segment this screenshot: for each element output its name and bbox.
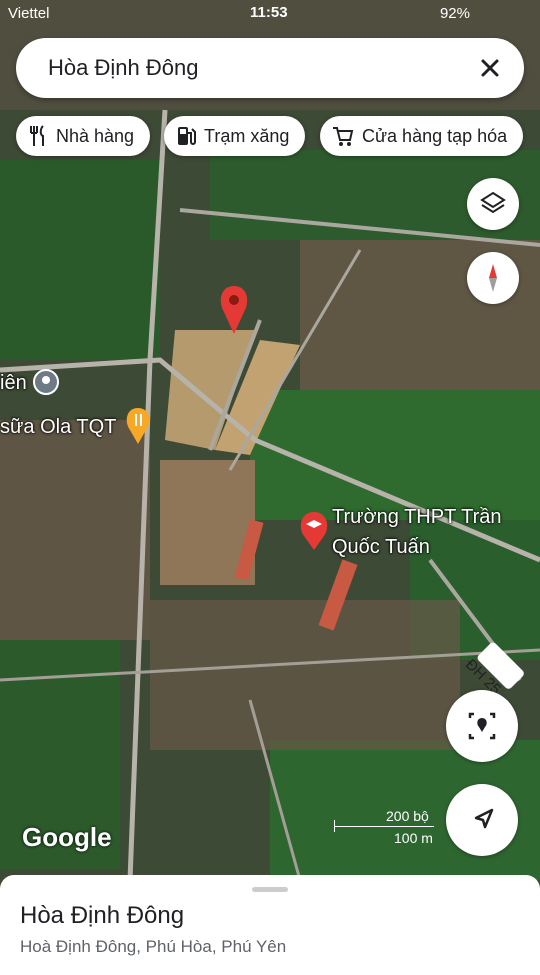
layers-icon [480, 191, 506, 214]
map-label-cafe[interactable]: sữa Ola TQT [0, 416, 116, 439]
status-bar: Viettel 11:53 92% [0, 0, 540, 28]
shopping-cart-icon [333, 127, 354, 146]
compass-icon [489, 264, 497, 292]
restaurant-icon [30, 125, 44, 146]
map-label: iên [0, 372, 27, 394]
chip-label: Nhà hàng [56, 125, 135, 146]
chip-label: Cửa hàng tạp hóa [362, 125, 508, 146]
place-title: Hòa Định Đông [20, 902, 185, 929]
navigate-button[interactable] [446, 784, 518, 856]
gas-station-icon [178, 127, 196, 145]
recenter-button[interactable] [446, 690, 518, 762]
search-bar[interactable]: Hòa Định Đông [16, 38, 524, 98]
navigation-arrow-icon [474, 808, 494, 829]
layers-button[interactable] [467, 178, 519, 230]
place-address: Hoà Định Đông, Phú Hòa, Phú Yên [20, 937, 287, 956]
my-location-pin-icon [468, 712, 496, 740]
clock: 11:53 [250, 4, 288, 21]
battery-percent: 92% [439, 5, 470, 22]
residential-area [150, 600, 460, 750]
search-query[interactable]: Hòa Định Đông [48, 55, 198, 81]
scale-bottom-label: 100 m [394, 830, 433, 846]
chip-restaurants[interactable]: Nhà hàng [16, 116, 151, 156]
carrier-label: Viettel [8, 5, 50, 22]
drag-handle[interactable] [252, 887, 288, 892]
compass-button[interactable] [467, 252, 519, 304]
map-label-school[interactable]: Quốc Tuấn [332, 536, 430, 559]
map-label-school[interactable]: Trường THPT Trần [332, 506, 502, 529]
scale-top-label: 200 bộ [386, 808, 429, 824]
chip-label: Trạm xăng [204, 125, 290, 146]
close-icon[interactable] [474, 52, 506, 84]
place-sheet[interactable]: Hòa Định Đông Hoà Định Đông, Phú Hòa, Ph… [0, 875, 540, 975]
field [0, 160, 160, 360]
scale-line [334, 826, 434, 827]
scale-tick [334, 820, 335, 832]
chip-grocery[interactable]: Cửa hàng tạp hóa [320, 116, 524, 156]
residential-area [0, 420, 150, 640]
google-logo: Google [22, 822, 112, 852]
chip-gas-stations[interactable]: Trạm xăng [164, 116, 306, 156]
place-marker-icon[interactable] [33, 369, 59, 395]
